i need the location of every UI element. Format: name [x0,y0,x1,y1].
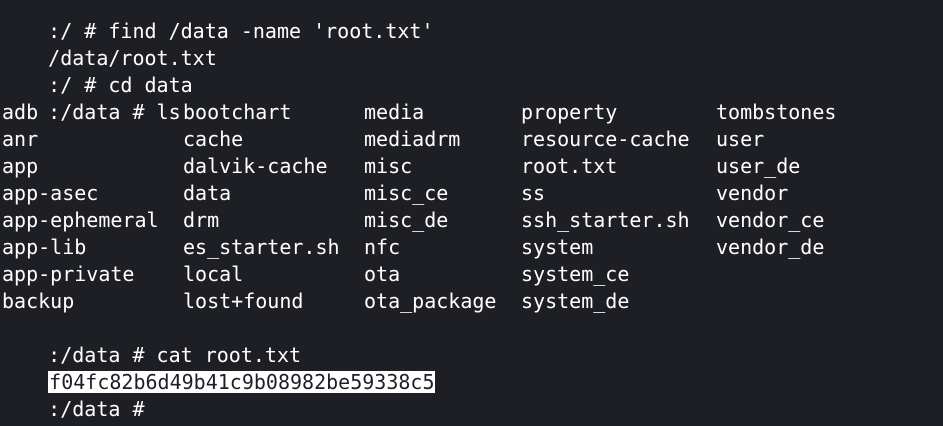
ls-output-row: app-private local ota system_ce [0,261,943,288]
ls-entry: resource-cache [521,127,690,151]
command-line-cd: :/ # cd data [0,45,943,97]
ls-output-row: backup lost+found ota_package system_de [0,288,943,315]
ls-entry: ss [521,181,546,205]
ls-entry: ota [364,262,401,286]
ls-entry: bootchart [183,100,292,124]
ls-entry: vendor_de [716,235,825,259]
ls-entry: app [2,154,39,178]
ls-entry: es_starter.sh [183,235,340,259]
ls-entry: app-ephemeral [2,208,159,232]
ls-entry: vendor [716,181,789,205]
ls-entry: ssh_starter.sh [521,208,690,232]
ls-entry: tombstones [716,100,837,124]
ls-entry: system_ce [521,262,630,286]
ls-entry: system_de [521,289,630,313]
ls-output-row: app-lib es_starter.sh nfc system vendor_… [0,234,943,261]
shell-prompt: :/data # [48,397,157,421]
ls-entry: lost+found [183,289,304,313]
current-prompt-line[interactable]: :/data # [0,369,943,421]
ls-entry: dalvik-cache [183,154,328,178]
ls-entry: drm [183,208,220,232]
ls-entry: user_de [716,154,801,178]
ls-entry: local [183,262,244,286]
ls-entry: misc [364,154,413,178]
ls-entry: user [716,127,765,151]
ls-entry: data [183,181,232,205]
ls-entry: property [521,100,618,124]
ls-entry: app-asec [2,181,99,205]
ls-entry: adb [2,100,39,124]
ls-entry: cache [183,127,244,151]
ls-output-row: adb bootchart media property tombstones [0,99,943,126]
ls-entry: misc_de [364,208,449,232]
ls-entry: root.txt [521,154,618,178]
ls-entry: misc_ce [364,181,449,205]
command-line-ls: :/data # ls [0,72,943,124]
ls-entry: nfc [364,235,401,259]
ls-output: adb bootchart media property tombstones … [0,99,943,315]
ls-entry: vendor_ce [716,208,825,232]
ls-entry: app-private [2,262,135,286]
terminal-window[interactable]: :/ # find /data -name 'root.txt' /data/r… [0,0,943,426]
ls-output-row: anr cache mediadrm resource-cache user [0,126,943,153]
ls-output-row: app-ephemeral drm misc_de ssh_starter.sh… [0,207,943,234]
ls-entry: system [521,235,594,259]
ls-entry: app-lib [2,235,87,259]
ls-entry: backup [2,289,75,313]
ls-entry: ota_package [364,289,497,313]
ls-entry: mediadrm [364,127,461,151]
ls-entry: media [364,100,425,124]
output-line-find-result: /data/root.txt [0,18,943,70]
ls-entry: anr [2,127,39,151]
command-line-find: :/ # find /data -name 'root.txt' [0,0,943,43]
ls-output-row: app-asec data misc_ce ss vendor [0,180,943,207]
command-line-cat: :/data # cat root.txt [0,315,943,367]
ls-output-row: app dalvik-cache misc root.txt user_de [0,153,943,180]
output-line-flag: f04fc82b6d49b41c9b08982be59338c5 [0,342,943,393]
